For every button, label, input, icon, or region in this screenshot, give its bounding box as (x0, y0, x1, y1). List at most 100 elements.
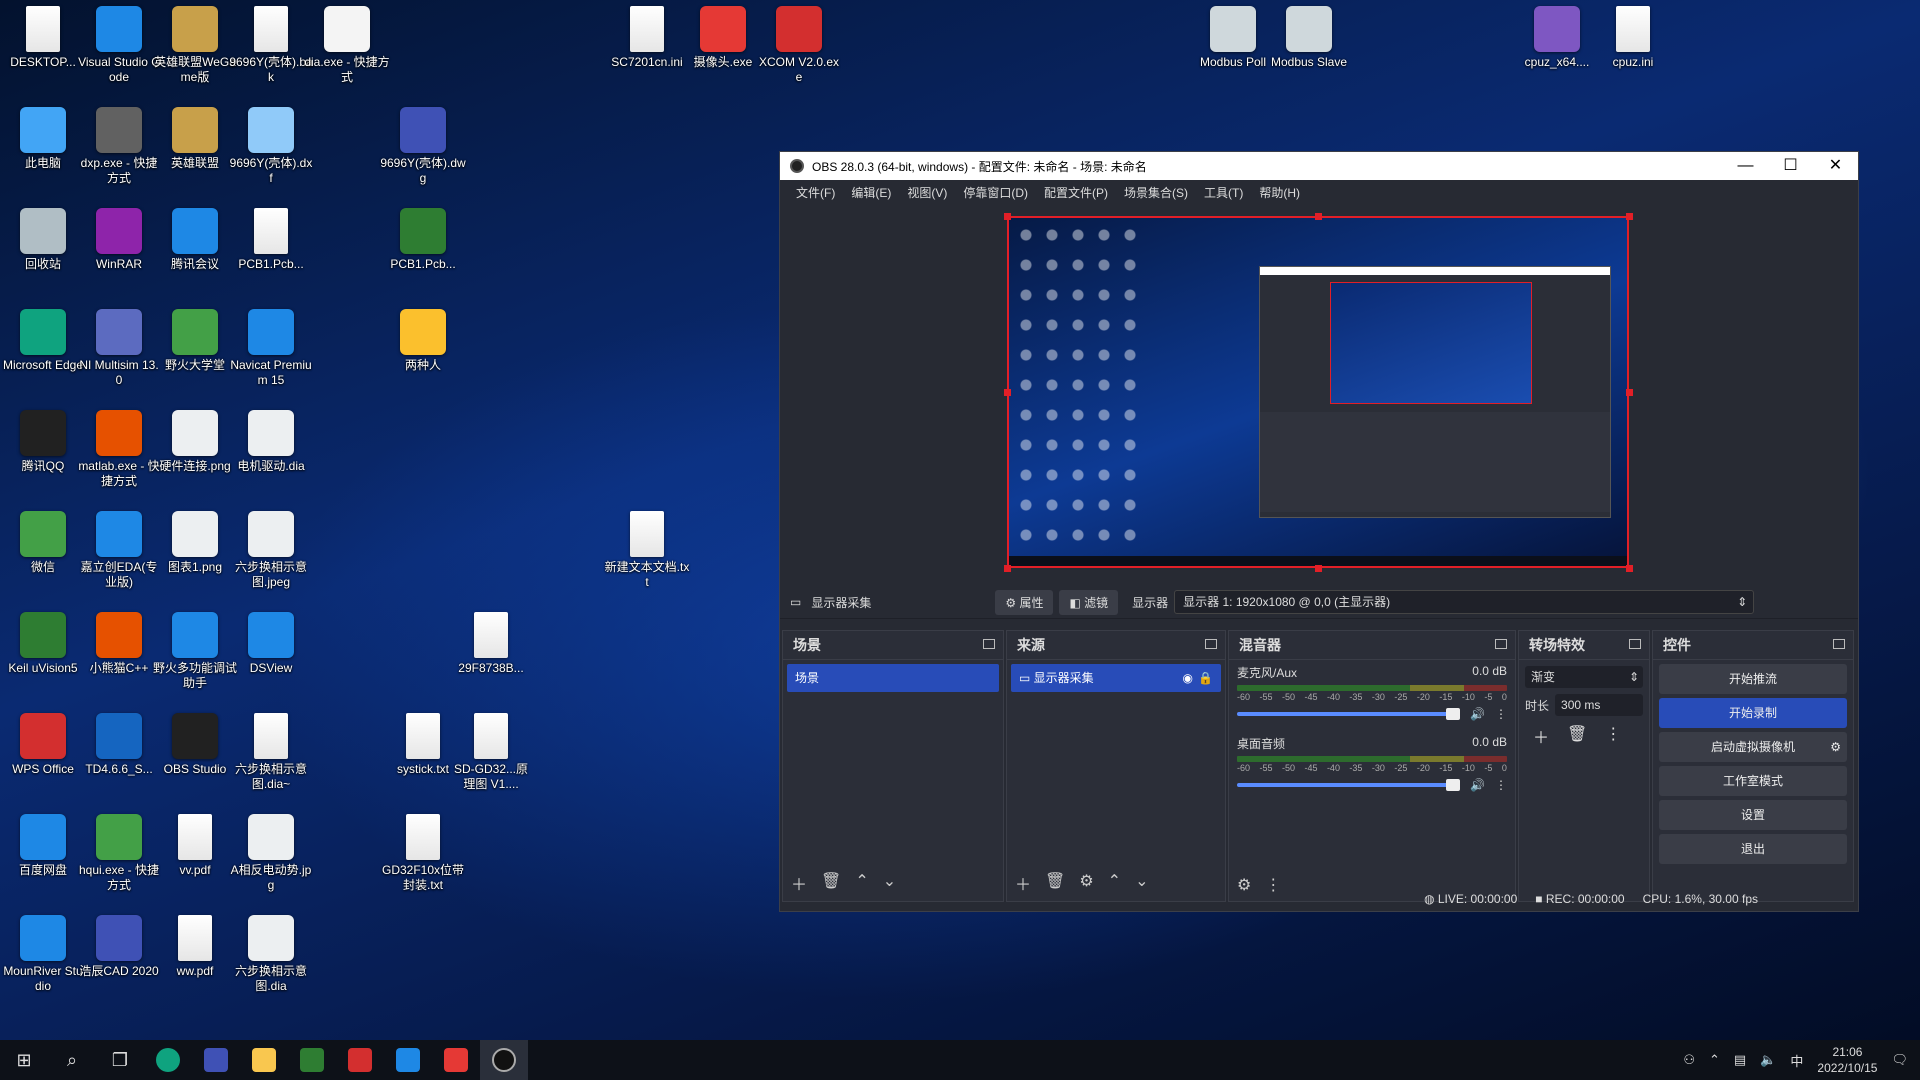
desktop-icon[interactable]: Modbus Slave (1266, 6, 1352, 70)
resize-handle[interactable] (1004, 213, 1011, 220)
desktop-icon[interactable]: 野火大学堂 (152, 309, 238, 373)
resize-handle[interactable] (1626, 389, 1633, 396)
studio-mode-button[interactable]: 工作室模式 (1659, 766, 1847, 796)
desktop-icon[interactable]: dia.exe - 快捷方式 (304, 6, 390, 85)
menu-help[interactable]: 帮助(H) (1259, 184, 1300, 201)
taskbar-dsview[interactable] (384, 1040, 432, 1080)
volume-slider[interactable] (1237, 708, 1461, 720)
desktop-icon[interactable]: DSView (228, 612, 314, 676)
settings-button[interactable]: 设置 (1659, 800, 1847, 830)
source-item[interactable]: ▭ 显示器采集 ◉ 🔒 (1011, 664, 1221, 692)
people-icon[interactable]: ⚇ (1683, 1052, 1695, 1068)
preview-area[interactable] (780, 204, 1858, 622)
start-button[interactable]: ⊞ (0, 1040, 48, 1080)
trash-icon[interactable]: 🗑 (1567, 724, 1587, 748)
menu-view[interactable]: 视图(V) (907, 184, 947, 201)
maximize-button[interactable]: ☐ (1768, 152, 1813, 180)
undock-icon[interactable] (1629, 639, 1641, 649)
more-icon[interactable]: ⋮ (1495, 778, 1507, 792)
desktop-icon[interactable]: A相反电动势.jpg (228, 814, 314, 893)
desktop-icon[interactable]: 嘉立创EDA(专业版) (76, 511, 162, 590)
desktop-icon[interactable]: matlab.exe - 快捷方式 (76, 410, 162, 489)
desktop-icon[interactable]: hqui.exe - 快捷方式 (76, 814, 162, 893)
filters-button[interactable]: ◧ 滤镜 (1059, 589, 1119, 615)
desktop-icon[interactable]: PCB1.Pcb... (228, 208, 314, 272)
desktop-icon[interactable]: TD4.6.6_S... (76, 713, 162, 777)
close-button[interactable]: ✕ (1813, 152, 1858, 180)
add-icon[interactable]: ＋ (1533, 724, 1549, 748)
desktop-icon[interactable]: 9696Y(壳体).dwg (380, 107, 466, 186)
network-icon[interactable]: ▤ (1734, 1052, 1746, 1068)
resize-handle[interactable] (1315, 213, 1322, 220)
desktop-icon[interactable]: 回收站 (0, 208, 86, 272)
desktop-icon[interactable]: 英雄联盟 (152, 107, 238, 171)
exit-button[interactable]: 退出 (1659, 834, 1847, 864)
menu-profile[interactable]: 配置文件(P) (1044, 184, 1108, 201)
taskbar-explorer[interactable] (240, 1040, 288, 1080)
desktop-icon[interactable]: 浩辰CAD 2020 (76, 915, 162, 979)
virtual-camera-button[interactable]: 启动虚拟摄像机 ⚙ (1659, 732, 1847, 762)
desktop-icon[interactable]: WinRAR (76, 208, 162, 272)
taskbar-wps[interactable] (336, 1040, 384, 1080)
minimize-button[interactable]: — (1723, 152, 1768, 180)
undock-icon[interactable] (1495, 639, 1507, 649)
desktop-icon[interactable]: 六步换相示意图.jpeg (228, 511, 314, 590)
menu-file[interactable]: 文件(F) (796, 184, 835, 201)
desktop-icon[interactable]: PCB1.Pcb... (380, 208, 466, 272)
ime-indicator[interactable]: 中 (1790, 1051, 1803, 1070)
duration-input[interactable]: 300 ms (1555, 694, 1643, 716)
desktop-icon[interactable]: 小熊猫C++ (76, 612, 162, 676)
start-streaming-button[interactable]: 开始推流 (1659, 664, 1847, 694)
undock-icon[interactable] (1205, 639, 1217, 649)
desktop-icon[interactable]: 两种人 (380, 309, 466, 373)
desktop-icon[interactable]: 9696Y(壳体).dxf (228, 107, 314, 186)
desktop-icon[interactable]: vv.pdf (152, 814, 238, 878)
menu-edit[interactable]: 编辑(E) (851, 184, 891, 201)
desktop-icon[interactable]: 六步换相示意图.dia~ (228, 713, 314, 792)
desktop-icon[interactable]: Navicat Premium 15 (228, 309, 314, 388)
speaker-icon[interactable]: 🔊 (1470, 707, 1485, 721)
desktop-icon[interactable]: WPS Office (0, 713, 86, 777)
more-icon[interactable]: ⋮ (1605, 724, 1621, 748)
resize-handle[interactable] (1315, 565, 1322, 572)
obs-titlebar[interactable]: OBS 28.0.3 (64-bit, windows) - 配置文件: 未命名… (780, 152, 1858, 180)
transition-select[interactable]: 渐变 ⇕ (1525, 666, 1643, 688)
desktop-icon[interactable]: SC7201cn.ini (604, 6, 690, 70)
desktop-icon[interactable]: 野火多功能调试助手 (152, 612, 238, 691)
desktop-icon[interactable]: 百度网盘 (0, 814, 86, 878)
lock-icon[interactable]: 🔒 (1198, 664, 1213, 692)
desktop-icon[interactable]: GD32F10x位带封装.txt (380, 814, 466, 893)
desktop-icon[interactable]: 此电脑 (0, 107, 86, 171)
preview-canvas[interactable] (1007, 216, 1629, 568)
resize-handle[interactable] (1004, 389, 1011, 396)
notification-icon[interactable]: 🗨 (1891, 1052, 1908, 1068)
desktop-icon[interactable]: 新建文本文档.txt (604, 511, 690, 590)
desktop-icon[interactable]: 微信 (0, 511, 86, 575)
eye-icon[interactable]: ◉ (1183, 664, 1193, 692)
resize-handle[interactable] (1004, 565, 1011, 572)
chevron-up-icon[interactable]: ⌃ (1709, 1052, 1720, 1068)
desktop-icon[interactable]: dxp.exe - 快捷方式 (76, 107, 162, 186)
volume-slider[interactable] (1237, 779, 1461, 791)
desktop-icon[interactable]: 电机驱动.dia (228, 410, 314, 474)
task-view-button[interactable]: ❐ (96, 1040, 144, 1080)
resize-handle[interactable] (1626, 565, 1633, 572)
desktop-icon[interactable]: Microsoft Edge (0, 309, 86, 373)
desktop-icon[interactable]: 腾讯会议 (152, 208, 238, 272)
desktop-icon[interactable]: 29F8738B... (448, 612, 534, 676)
desktop-icon[interactable]: DESKTOP... (0, 6, 86, 70)
desktop-icon[interactable]: 英雄联盟WeGame版 (152, 6, 238, 85)
gear-icon[interactable]: ⚙ (1830, 732, 1841, 762)
undock-icon[interactable] (1833, 639, 1845, 649)
taskbar-obs[interactable] (480, 1040, 528, 1080)
desktop-icon[interactable]: SD-GD32...原理图 V1.... (448, 713, 534, 792)
menu-scene-collection[interactable]: 场景集合(S) (1124, 184, 1188, 201)
desktop-icon[interactable]: cpuz_x64.... (1514, 6, 1600, 70)
desktop-icon[interactable]: Modbus Poll (1190, 6, 1276, 70)
more-icon[interactable]: ⋮ (1495, 707, 1507, 721)
desktop-icon[interactable]: NI Multisim 13.0 (76, 309, 162, 388)
desktop-icon[interactable]: 硬件连接.png (152, 410, 238, 474)
desktop-icon[interactable]: 六步换相示意图.dia (228, 915, 314, 994)
start-recording-button[interactable]: 开始录制 (1659, 698, 1847, 728)
desktop-icon[interactable]: MounRiver Studio (0, 915, 86, 994)
